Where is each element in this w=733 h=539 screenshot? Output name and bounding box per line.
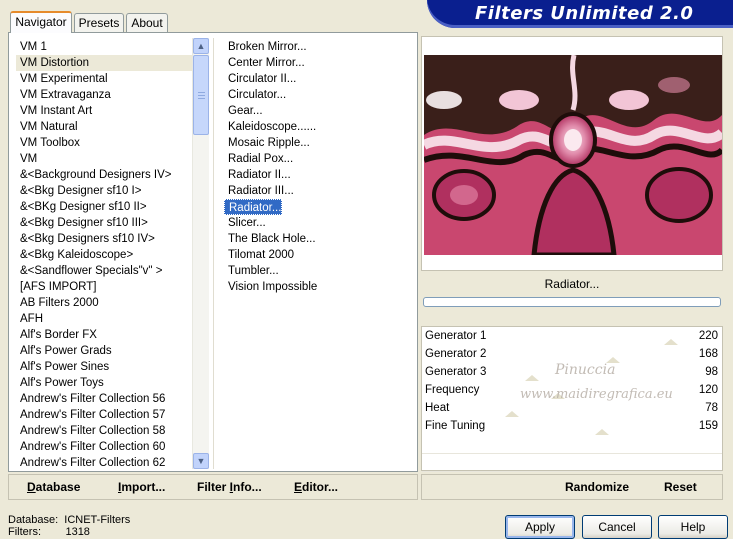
- preview-frame: [421, 36, 723, 271]
- scroll-down-button[interactable]: ▼: [193, 453, 209, 469]
- preview-image: [424, 55, 722, 255]
- filter-item[interactable]: Radiator...: [224, 199, 282, 215]
- parameter-label: Heat: [425, 402, 450, 414]
- category-item[interactable]: Andrew's Filter Collection 60: [16, 439, 192, 455]
- help-button[interactable]: Help: [658, 515, 728, 539]
- category-item[interactable]: [AFS IMPORT]: [16, 279, 192, 295]
- category-list[interactable]: VM 1 VM Distortion VM Experimental VM Extra…: [16, 39, 192, 471]
- status-filters-label: Filters:: [8, 526, 41, 538]
- parameter-slider[interactable]: Fine Tuning 159: [422, 417, 722, 435]
- status-database-value: ICNET-Filters: [64, 514, 131, 526]
- category-item[interactable]: &<Bkg Kaleidoscope>: [16, 247, 192, 263]
- category-item[interactable]: VM Distortion: [16, 55, 192, 71]
- parameter-label: Generator 1: [425, 330, 487, 342]
- filter-item[interactable]: Tumbler...: [224, 263, 410, 279]
- current-filter-label: Radiator...: [421, 272, 723, 296]
- import-button[interactable]: Import...: [118, 480, 165, 494]
- list-divider: [213, 38, 214, 469]
- slider-marker[interactable]: [595, 429, 609, 435]
- filter-item[interactable]: Radiator II...: [224, 167, 410, 183]
- cancel-button[interactable]: Cancel: [582, 515, 652, 539]
- category-item[interactable]: AB Filters 2000: [16, 295, 192, 311]
- category-item[interactable]: VM 1: [16, 39, 192, 55]
- apply-button[interactable]: Apply: [505, 515, 575, 539]
- category-item[interactable]: Alf's Border FX: [16, 327, 192, 343]
- status-database-label: Database:: [8, 514, 59, 526]
- category-item[interactable]: &<Bkg Designer sf10 III>: [16, 215, 192, 231]
- filter-item[interactable]: Radial Pox...: [224, 151, 410, 167]
- randomize-button[interactable]: Randomize: [565, 480, 629, 494]
- parameter-value: 78: [705, 402, 718, 414]
- watermark-name: Pinuccia: [555, 362, 616, 378]
- tab-presets[interactable]: Presets: [74, 13, 124, 32]
- watermark-url: www.maidiregrafica.eu: [520, 387, 673, 402]
- category-scrollbar[interactable]: ▲ ▼: [192, 38, 209, 469]
- reset-button[interactable]: Reset: [664, 480, 697, 494]
- parameter-value: 220: [698, 330, 718, 342]
- filter-item[interactable]: Circulator II...: [224, 71, 410, 87]
- category-item[interactable]: Andrew's Filter Collection 56: [16, 391, 192, 407]
- category-item[interactable]: VM Experimental: [16, 71, 192, 87]
- filter-info-button[interactable]: Filter Info...: [197, 480, 262, 494]
- parameter-slider[interactable]: Generator 2 168: [422, 345, 722, 363]
- filter-item[interactable]: Mosaic Ripple...: [224, 135, 410, 151]
- filter-item[interactable]: Radiator III...: [224, 183, 410, 199]
- app-title: Filters Unlimited 2.0: [475, 3, 694, 24]
- category-item[interactable]: &<Bkg Designers sf10 IV>: [16, 231, 192, 247]
- category-item[interactable]: VM Natural: [16, 119, 192, 135]
- parameter-value: 98: [705, 366, 718, 378]
- category-item[interactable]: VM Instant Art: [16, 103, 192, 119]
- parameter-value: 159: [698, 420, 718, 432]
- category-item[interactable]: VM Extravaganza: [16, 87, 192, 103]
- filter-item[interactable]: Broken Mirror...: [224, 39, 410, 55]
- category-item[interactable]: VM: [16, 151, 192, 167]
- parameter-label: Frequency: [425, 384, 480, 396]
- category-item[interactable]: Andrew's Filter Collection 62: [16, 455, 192, 471]
- category-item[interactable]: AFH: [16, 311, 192, 327]
- filter-item[interactable]: Kaleidoscope......: [224, 119, 410, 135]
- category-item[interactable]: Andrew's Filter Collection 58: [16, 423, 192, 439]
- category-item[interactable]: Andrew's Filter Collection 57: [16, 407, 192, 423]
- scroll-up-button[interactable]: ▲: [193, 38, 209, 54]
- category-item[interactable]: &<Sandflower Specials"v" >: [16, 263, 192, 279]
- filter-item[interactable]: Slicer...: [224, 215, 410, 231]
- status-database: Database: ICNET-Filters: [8, 514, 130, 526]
- filter-item[interactable]: Circulator...: [224, 87, 410, 103]
- parameter-label: Generator 3: [425, 366, 487, 378]
- category-item[interactable]: &<Background Designers IV>: [16, 167, 192, 183]
- category-item[interactable]: Alf's Power Toys: [16, 375, 192, 391]
- progress-bar: [423, 297, 721, 307]
- parameter-value: 168: [698, 348, 718, 360]
- filter-list[interactable]: Broken Mirror... Center Mirror... Circulat…: [224, 39, 410, 295]
- filter-item[interactable]: Vision Impossible: [224, 279, 410, 295]
- parameter-value: 120: [698, 384, 718, 396]
- category-item[interactable]: VM Toolbox: [16, 135, 192, 151]
- filter-item[interactable]: Center Mirror...: [224, 55, 410, 71]
- filter-item[interactable]: The Black Hole...: [224, 231, 410, 247]
- parameter-label: Generator 2: [425, 348, 487, 360]
- tab-about[interactable]: About: [126, 13, 168, 32]
- editor-button[interactable]: Editor...: [294, 480, 338, 494]
- parameter-label: Fine Tuning: [425, 420, 486, 432]
- status-filters-value: 1318: [65, 526, 90, 538]
- category-item[interactable]: Alf's Power Sines: [16, 359, 192, 375]
- category-item[interactable]: &<Bkg Designer sf10 I>: [16, 183, 192, 199]
- database-button[interactable]: Database: [27, 480, 80, 494]
- scroll-thumb[interactable]: [193, 55, 209, 135]
- category-item[interactable]: Alf's Power Grads: [16, 343, 192, 359]
- status-filters: Filters: 1318: [8, 526, 90, 538]
- parameter-slider[interactable]: Generator 1 220: [422, 327, 722, 345]
- filter-item[interactable]: Tilomat 2000: [224, 247, 410, 263]
- category-item[interactable]: &<BKg Designer sf10 II>: [16, 199, 192, 215]
- tab-navigator[interactable]: Navigator: [10, 11, 72, 33]
- filter-item[interactable]: Gear...: [224, 103, 410, 119]
